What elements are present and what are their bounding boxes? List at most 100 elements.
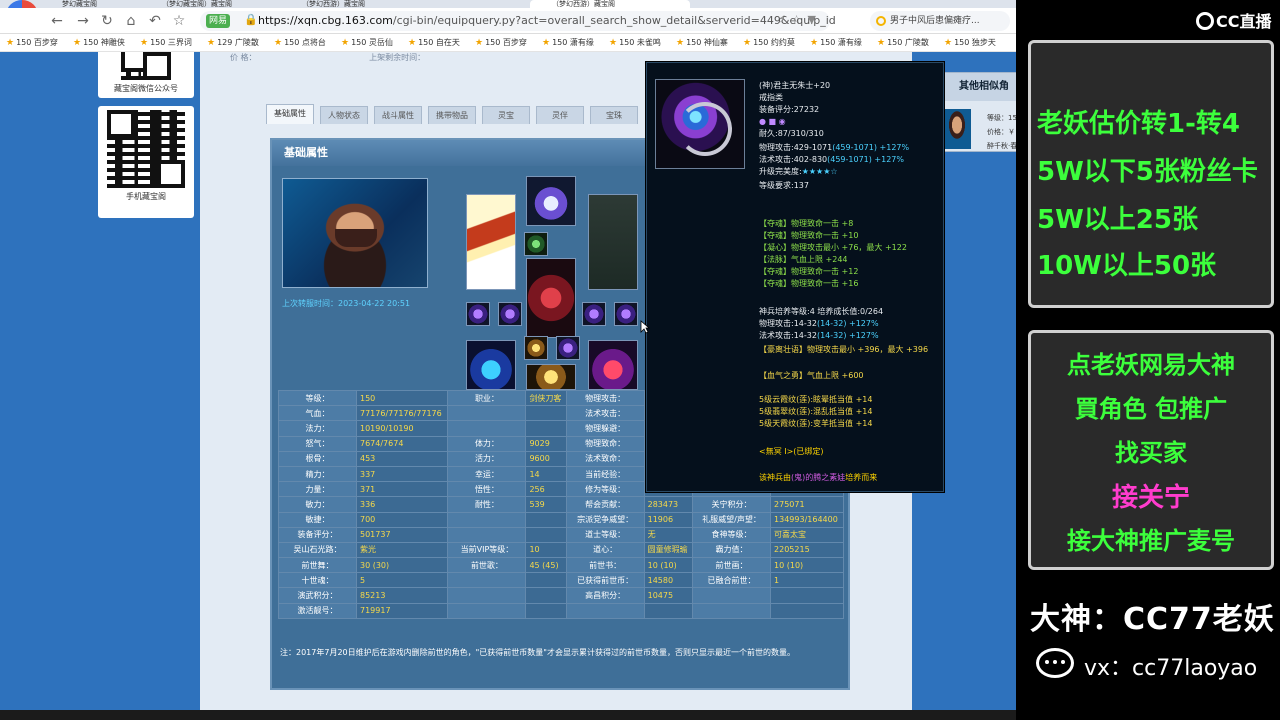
search-text: 男子中风后患偏瘫疗...: [890, 16, 980, 26]
tt-durability: 耐久:87/310/310: [759, 129, 824, 138]
stat-value: 10190/10190: [355, 420, 449, 437]
equip-slot-weapon[interactable]: [466, 194, 516, 290]
qr-card-wechat[interactable]: 藏宝阁微信公众号: [98, 52, 194, 98]
bookmark-star-icon: ★: [6, 38, 15, 48]
bookmark-item[interactable]: ★ 150 灵岳仙: [341, 37, 393, 48]
bookmark-item[interactable]: ★ 150 广陵散: [877, 37, 929, 48]
bookmark-item[interactable]: ★ 150 三界词: [140, 37, 192, 48]
browser-tab[interactable]: 梦幻藏宝阁: [40, 0, 130, 8]
equip-slot-accessory[interactable]: [524, 232, 548, 256]
equip-slot-gem[interactable]: [556, 336, 580, 360]
tab-baozhu[interactable]: 宝珠: [590, 106, 638, 124]
bookmark-label: 150 自在天: [418, 38, 460, 47]
bookmark-label: 150 神雕侠: [83, 38, 125, 47]
tab-status[interactable]: 人物状态: [320, 106, 368, 124]
browser-tab-active[interactable]: （梦幻西游）藏宝阁: [530, 0, 690, 8]
reload-icon[interactable]: ↻: [98, 12, 116, 30]
service-sign: 点老妖网易大神 買角色 包推广 找买家 接关宁 接大神推广麦号: [1028, 330, 1274, 570]
browser-tab-bar: 梦幻藏宝阁 （梦幻藏宝阁）藏宝阁 （梦幻西游）藏宝阁 （梦幻西游）藏宝阁: [0, 0, 1016, 8]
qr-label: 藏宝阁微信公众号: [114, 84, 178, 93]
bookmark-item[interactable]: ★ 150 神仙寨: [676, 37, 728, 48]
url-input[interactable]: 网易 🔒 https://xqn.cbg.163.com/cgi-bin/equ…: [200, 11, 836, 31]
similar-role-thumbnail[interactable]: [943, 109, 971, 149]
forward-icon[interactable]: →: [74, 12, 92, 30]
bookmark-item[interactable]: ★ 150 百步穿: [475, 37, 527, 48]
stat-value: 7674/7674: [355, 435, 449, 452]
equip-slot-gloves[interactable]: [588, 340, 638, 390]
equip-slot-gem[interactable]: [582, 302, 606, 326]
tab-basic[interactable]: 基础属性: [266, 104, 314, 124]
qr-code-icon: [121, 52, 171, 80]
bookmark-item[interactable]: ★ 150 独步天: [944, 37, 996, 48]
stat-value: 无: [643, 526, 694, 543]
bookmark-item[interactable]: ★ 129 广陵散: [207, 37, 259, 48]
qr-card-mobile[interactable]: 手机藏宝阁: [98, 106, 194, 218]
favorite-star-icon[interactable]: ☆: [170, 12, 188, 30]
undo-icon[interactable]: ↶: [146, 12, 164, 30]
bottom-bar: [0, 710, 1016, 720]
stat-label: 敏捷：: [278, 511, 357, 528]
equip-slot-gem[interactable]: [614, 302, 638, 326]
bookmark-label: 150 三界词: [150, 38, 192, 47]
stat-value: [525, 572, 567, 589]
bookmark-star-icon: ★: [73, 38, 82, 48]
bookmark-item[interactable]: ★ 150 潇有缘: [542, 37, 594, 48]
tab-lingban[interactable]: 灵伴: [536, 106, 584, 124]
tt-magic-attack-bonus: (459-1071) +127%: [827, 155, 904, 164]
equip-slot-gem[interactable]: [498, 302, 522, 326]
tt-affix: 【法脉】气血上限 +244: [759, 255, 848, 264]
search-input[interactable]: 男子中风后患偏瘫疗...: [870, 11, 1010, 31]
tt-source-c: 培养而来: [845, 473, 878, 482]
tab-items[interactable]: 携带物品: [428, 106, 476, 124]
stat-label: [447, 587, 527, 604]
back-icon[interactable]: ←: [48, 12, 66, 30]
browser-tab[interactable]: （梦幻西游）藏宝阁: [280, 0, 400, 8]
equip-slot-armor[interactable]: [526, 258, 576, 338]
stat-label: 前世歌：: [447, 557, 527, 574]
bookmark-star-icon: ★: [542, 38, 551, 48]
equip-slot-belt[interactable]: [526, 364, 576, 390]
stats-row: 吴山石光路： 紫光 当前VIP等级： 10 道心： 圆童修瑕瑜 霸力值： 2205215: [278, 541, 844, 559]
cc-live-logo: CC直播: [1196, 8, 1272, 32]
bookmark-item[interactable]: ★ 150 未雀鸣: [609, 37, 661, 48]
tt-affix: 【夺魂】物理致命一击 +8: [759, 219, 854, 228]
stat-label: 悟性：: [447, 481, 527, 498]
ring-icon: [655, 79, 745, 169]
stat-value: 453: [355, 450, 449, 467]
stat-value: 501737: [355, 526, 449, 543]
tab-battle[interactable]: 战斗属性: [374, 106, 422, 124]
bookmark-star-icon: ★: [475, 38, 484, 48]
bookmark-item[interactable]: ★ 150 点将台: [274, 37, 326, 48]
stat-label: 激活靓号：: [278, 602, 357, 619]
equip-slot-gem[interactable]: [466, 302, 490, 326]
equip-slot-boots[interactable]: [466, 340, 516, 390]
browser-tab[interactable]: （梦幻藏宝阁）藏宝阁: [140, 0, 270, 8]
stats-row: 激活靓号： 719917: [278, 602, 844, 619]
stat-label: 食神等级：: [692, 526, 772, 543]
equip-slot-helmet[interactable]: [526, 176, 576, 226]
bookmark-item[interactable]: ★ 150 自在天: [408, 37, 460, 48]
equip-slot-orb[interactable]: [524, 336, 548, 360]
stat-label: 职业：: [447, 389, 527, 407]
stat-label: 怒气：: [278, 435, 357, 452]
bookmark-item[interactable]: ★ 150 约约莫: [743, 37, 795, 48]
note-text: 注：2017年7月20日维护后在游戏内删除前世的角色，"已获得前世币数量"才会显…: [280, 648, 795, 657]
address-bar: ← → ↻ ⌂ ↶ ☆ 网易 🔒 https://xqn.cbg.163.com…: [0, 8, 1016, 34]
tt-magic-attack-value: 法术攻击:402-830: [759, 155, 828, 164]
character-portrait: [282, 178, 428, 288]
bookmark-item[interactable]: ★ 150 神雕侠: [73, 37, 125, 48]
url-action-icons[interactable]: ⚡☆▼: [778, 13, 822, 26]
home-icon[interactable]: ⌂: [122, 12, 140, 30]
stat-value: 371: [355, 481, 449, 498]
stat-label: 前世书：: [565, 557, 645, 574]
tab-lingbao[interactable]: 灵宝: [482, 106, 530, 124]
stat-label: 力量：: [278, 481, 357, 498]
bookmark-item[interactable]: ★ 150 潇有缘: [810, 37, 862, 48]
tt-source: 该神兵由(鬼)的腾之素娃培养而来: [759, 473, 877, 483]
search-icon: [876, 16, 886, 26]
bookmark-label: 150 点将台: [284, 38, 326, 47]
equip-slot-wing[interactable]: [588, 194, 638, 290]
stats-row: 敏力： 336 耐性： 539 帮会贡献： 283473 关宁积分： 275071: [278, 496, 844, 513]
bookmark-item[interactable]: ★ 150 百步穿: [6, 37, 58, 48]
tt-forge-phys: 物理攻击:14-32(14-32) +127%: [759, 319, 879, 329]
